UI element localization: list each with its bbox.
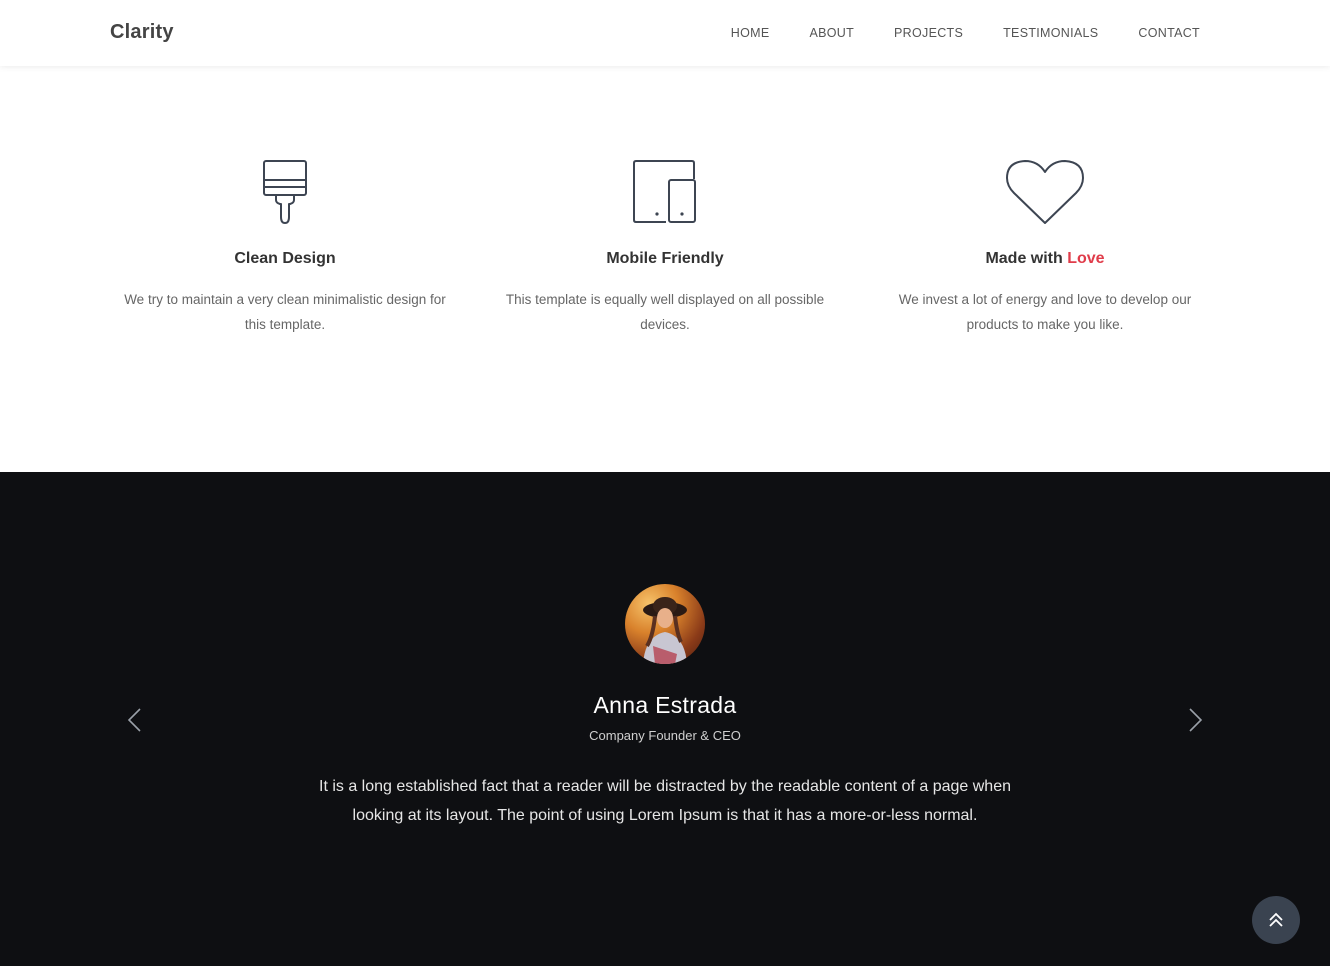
- main-nav: HOME ABOUT PROJECTS TESTIMONIALS CONTACT: [731, 26, 1200, 40]
- feature-text: We try to maintain a very clean minimali…: [124, 292, 446, 332]
- feature-title: Mobile Friendly: [606, 250, 724, 267]
- feature-text: This template is equally well displayed …: [505, 292, 825, 332]
- testimonial-name: Anna Estrada: [593, 692, 737, 718]
- nav-contact[interactable]: CONTACT: [1138, 26, 1200, 40]
- brand-logo[interactable]: Clarity: [110, 21, 174, 44]
- feature-title: Made with Love: [985, 250, 1105, 267]
- nav-testimonials[interactable]: TESTIMONIALS: [1003, 26, 1098, 40]
- features-section: Clean Design We try to maintain a very c…: [95, 160, 1235, 337]
- avatar: [625, 584, 705, 664]
- heart-icon: [855, 160, 1235, 226]
- feature-clean-design: Clean Design We try to maintain a very c…: [95, 160, 475, 337]
- nav-projects[interactable]: PROJECTS: [894, 26, 963, 40]
- feature-text: We invest a lot of energy and love to de…: [898, 292, 1192, 332]
- feature-mobile-friendly: Mobile Friendly This template is equally…: [475, 160, 855, 337]
- next-arrow-icon[interactable]: [1183, 706, 1207, 734]
- prev-arrow-icon[interactable]: [123, 706, 147, 734]
- devices-icon: [475, 160, 855, 226]
- nav-home[interactable]: HOME: [731, 26, 770, 40]
- double-chevron-up-icon: [1269, 912, 1283, 927]
- testimonial-section: Anna Estrada Company Founder & CEO It is…: [0, 472, 1330, 966]
- love-accent: Love: [1067, 250, 1105, 267]
- nav-about[interactable]: ABOUT: [809, 26, 854, 40]
- scroll-to-top-button[interactable]: [1252, 896, 1300, 944]
- site-header: Clarity HOME ABOUT PROJECTS TESTIMONIALS…: [0, 0, 1330, 66]
- paint-brush-icon: [95, 160, 475, 226]
- testimonial-role: Company Founder & CEO: [589, 728, 741, 743]
- feature-made-with-love: Made with Love We invest a lot of energy…: [855, 160, 1235, 337]
- testimonial-quote: It is a long established fact that a rea…: [319, 778, 1011, 824]
- feature-title: Clean Design: [234, 250, 336, 267]
